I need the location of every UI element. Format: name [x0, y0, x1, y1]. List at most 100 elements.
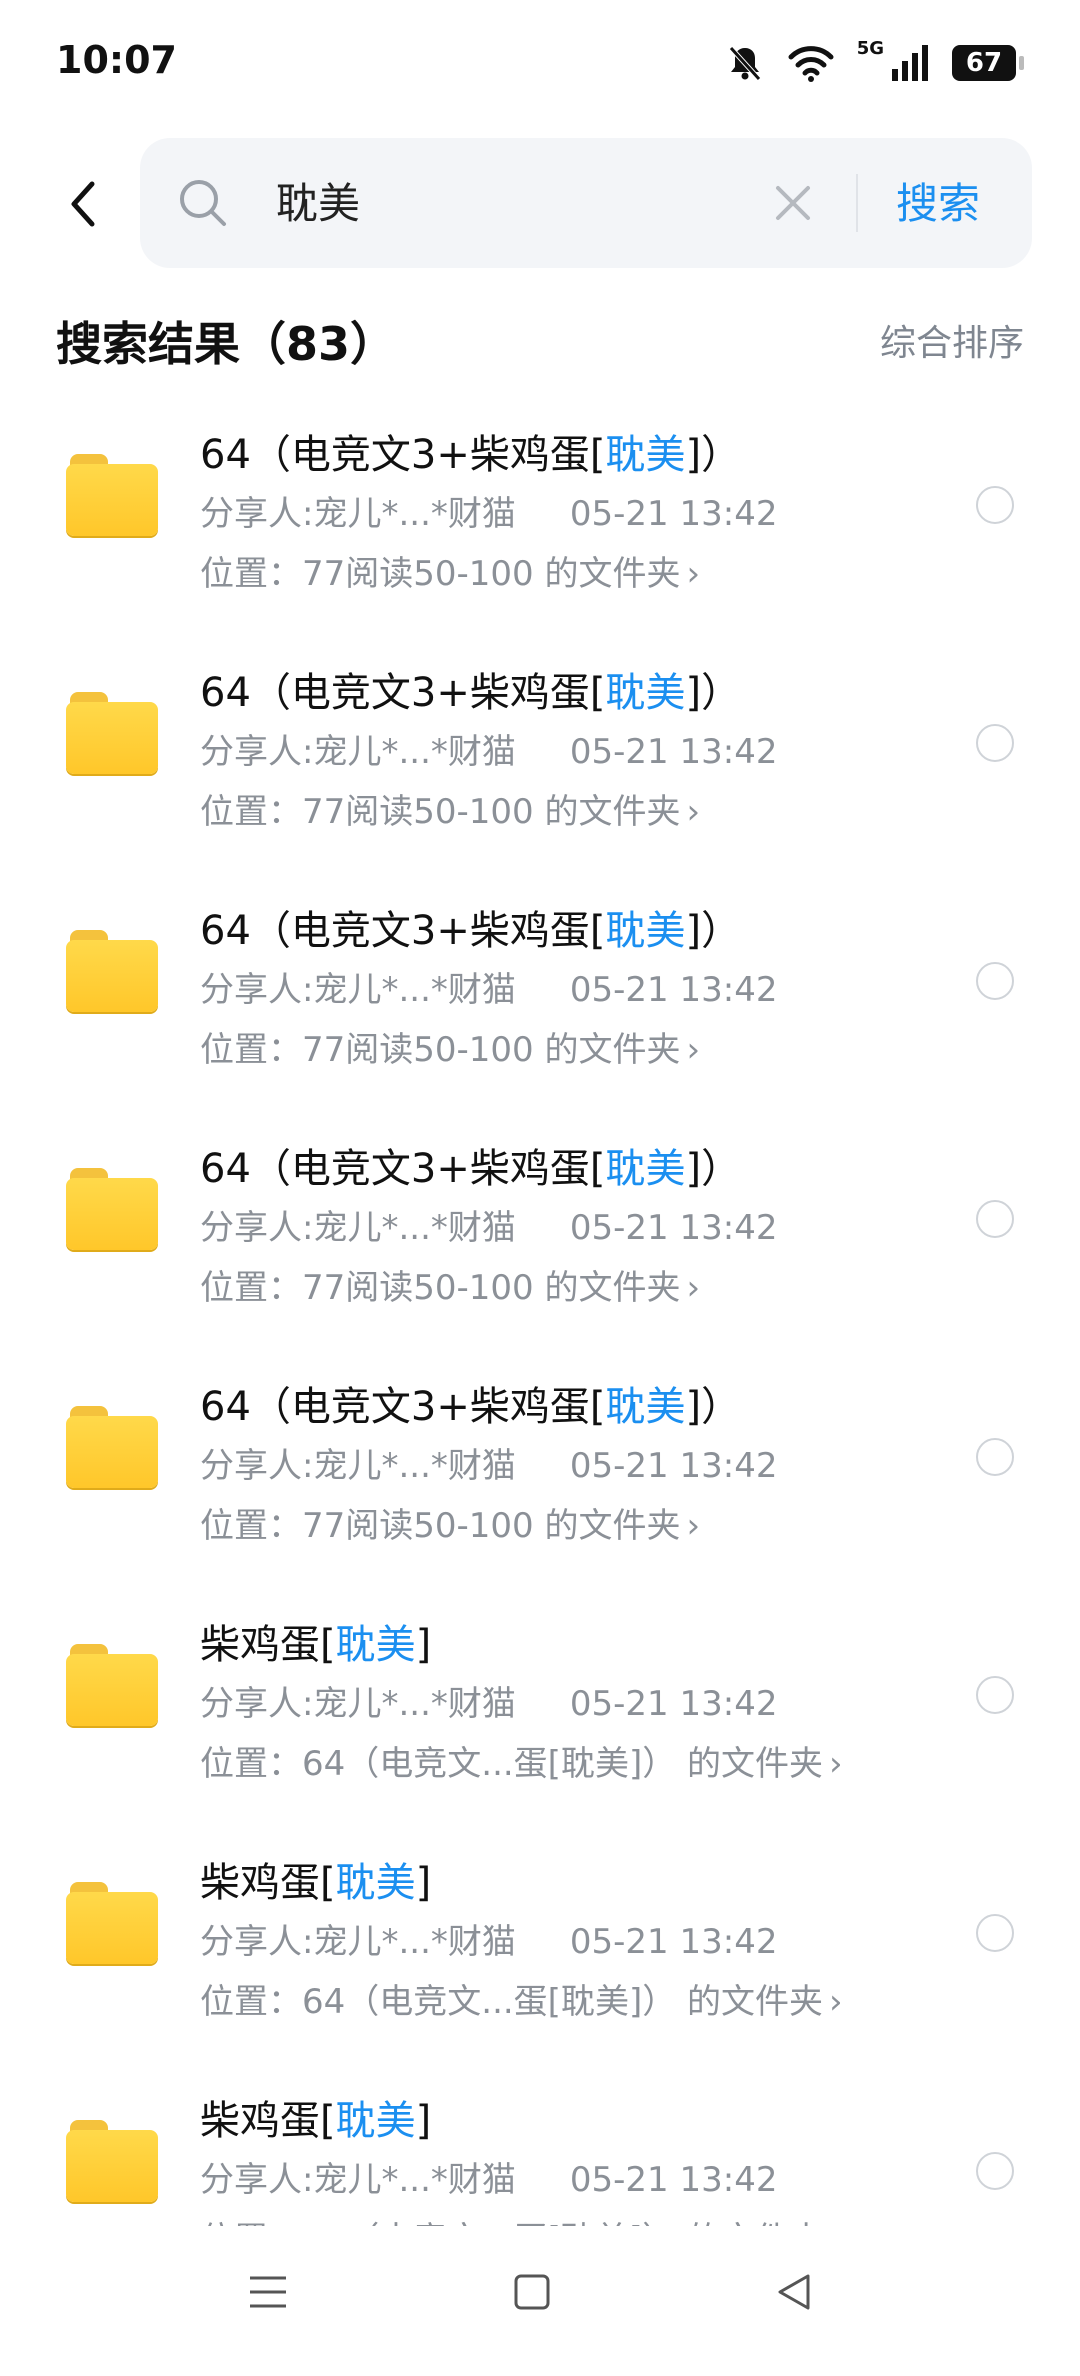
item-sharer: 分享人:宠儿*...*财猫: [200, 1446, 516, 1486]
search-header: 耽美 搜索: [0, 138, 1080, 268]
item-meta: 分享人:宠儿*...*财猫 05-21 13:42: [200, 962, 777, 1011]
item-date: 05-21 13:42: [569, 732, 778, 772]
item-name-highlight: 耽美: [335, 1860, 416, 1906]
item-meta: 分享人:宠儿*...*财猫 05-21 13:42: [200, 2152, 777, 2201]
item-location[interactable]: 位置：77阅读50-100 的文件夹 ›: [200, 1022, 700, 1071]
folder-icon: [66, 454, 158, 538]
item-sharer: 分享人:宠儿*...*财猫: [200, 2160, 516, 2200]
network-label: 5G: [856, 38, 884, 59]
item-date: 05-21 13:42: [569, 1208, 778, 1248]
home-icon[interactable]: [510, 2270, 554, 2314]
item-sharer: 分享人:宠儿*...*财猫: [200, 732, 516, 772]
chevron-right-icon: ›: [829, 1982, 843, 2022]
item-name: 柴鸡蛋[耽美]: [200, 1612, 431, 1670]
result-item[interactable]: 64（电竞文3+柴鸡蛋[耽美]） 分享人:宠儿*...*财猫 05-21 13:4…: [0, 1350, 1080, 1588]
folder-icon: [66, 1168, 158, 1252]
back-triangle-icon[interactable]: [772, 2270, 816, 2314]
chevron-right-icon: ›: [829, 1744, 843, 1784]
clear-icon[interactable]: [770, 180, 816, 226]
search-box[interactable]: 耽美 搜索: [140, 138, 1032, 268]
item-location[interactable]: 位置：64（电竞文...蛋[耽美]） 的文件夹›: [200, 1974, 843, 2023]
menu-icon[interactable]: [246, 2270, 290, 2314]
results-header: 搜索结果（83） 综合排序: [56, 308, 1024, 371]
item-location[interactable]: 位置：77阅读50-100 的文件夹 ›: [200, 1498, 700, 1547]
result-item[interactable]: 64（电竞文3+柴鸡蛋[耽美]） 分享人:宠儿*...*财猫 05-21 13:4…: [0, 1112, 1080, 1350]
item-name: 64（电竞文3+柴鸡蛋[耽美]）: [200, 660, 741, 718]
item-location[interactable]: 位置：77阅读50-100 的文件夹 ›: [200, 546, 700, 595]
folder-icon: [66, 1644, 158, 1728]
item-name-highlight: 耽美: [605, 908, 686, 954]
item-name-prefix: 64（电竞文3+柴鸡蛋[: [200, 670, 606, 716]
item-sharer: 分享人:宠儿*...*财猫: [200, 1684, 516, 1724]
select-radio[interactable]: [976, 1438, 1014, 1476]
result-item[interactable]: 64（电竞文3+柴鸡蛋[耽美]） 分享人:宠儿*...*财猫 05-21 13:4…: [0, 398, 1080, 636]
select-radio[interactable]: [976, 724, 1014, 762]
select-radio[interactable]: [976, 962, 1014, 1000]
item-date: 05-21 13:42: [569, 1684, 778, 1724]
result-item[interactable]: 柴鸡蛋[耽美] 分享人:宠儿*...*财猫 05-21 13:42 位置：64（电…: [0, 1588, 1080, 1826]
item-location-text: 位置：77阅读50-100 的文件夹: [200, 792, 681, 832]
item-name-suffix: ]: [415, 1622, 432, 1668]
search-input[interactable]: 耽美: [276, 170, 360, 231]
item-name-highlight: 耽美: [605, 1146, 686, 1192]
item-name-suffix: ]: [415, 1860, 432, 1906]
item-date: 05-21 13:42: [569, 1922, 778, 1962]
item-location-text: 位置：77阅读50-100 的文件夹: [200, 1030, 681, 1070]
item-name-prefix: 柴鸡蛋[: [200, 1860, 336, 1906]
result-item[interactable]: 柴鸡蛋[耽美] 分享人:宠儿*...*财猫 05-21 13:42 位置：64（电…: [0, 1826, 1080, 2064]
select-radio[interactable]: [976, 2152, 1014, 2190]
item-location-text: 位置：64（电竞文...蛋[耽美]） 的文件夹: [200, 1982, 824, 2022]
result-item[interactable]: 柴鸡蛋[耽美] 分享人:宠儿*...*财猫05-21 13:42 位置：64（电…: [0, 2064, 1080, 2228]
item-location[interactable]: 位置：64（电竞文...蛋[耽美]） 的文件夹›: [200, 1736, 843, 1785]
select-radio[interactable]: [976, 1200, 1014, 1238]
select-radio[interactable]: [976, 1676, 1014, 1714]
result-item[interactable]: 64（电竞文3+柴鸡蛋[耽美]） 分享人:宠儿*...*财猫 05-21 13:4…: [0, 636, 1080, 874]
folder-icon: [66, 692, 158, 776]
battery-icon: 67: [952, 45, 1024, 81]
item-name-prefix: 柴鸡蛋[: [200, 1622, 336, 1668]
item-location-text: 位置：77阅读50-100 的文件夹: [200, 1506, 681, 1546]
battery-level: 67: [965, 48, 1003, 78]
item-location-text: 位置：77阅读50-100 的文件夹: [200, 554, 681, 594]
item-name-prefix: 64（电竞文3+柴鸡蛋[: [200, 432, 606, 478]
item-name: 柴鸡蛋[耽美]: [200, 1850, 431, 1908]
item-name-highlight: 耽美: [605, 670, 686, 716]
item-sharer: 分享人:宠儿*...*财猫: [200, 1922, 516, 1962]
mute-bell-icon: [728, 46, 761, 81]
item-meta: 分享人:宠儿*...*财猫 05-21 13:42: [200, 724, 777, 773]
folder-icon: [66, 1406, 158, 1490]
chevron-right-icon: ›: [686, 1030, 701, 1070]
item-name-highlight: 耽美: [605, 432, 686, 478]
item-name-suffix: ]）: [685, 1384, 742, 1430]
back-arrow-icon[interactable]: [56, 174, 116, 234]
item-location[interactable]: 位置：77阅读50-100 的文件夹 ›: [200, 1260, 700, 1309]
select-radio[interactable]: [976, 1914, 1014, 1952]
status-bar: 10:07 5G 67: [0, 0, 1080, 120]
item-name-prefix: 柴鸡蛋[: [200, 2098, 336, 2144]
search-divider: [856, 174, 858, 232]
item-name-suffix: ]）: [685, 432, 742, 478]
item-sharer: 分享人:宠儿*...*财猫: [200, 970, 516, 1010]
chevron-right-icon: ›: [686, 1506, 701, 1546]
result-list: 64（电竞文3+柴鸡蛋[耽美]） 分享人:宠儿*...*财猫 05-21 13:4…: [0, 398, 1080, 2228]
wifi-icon: [788, 46, 834, 82]
item-meta: 分享人:宠儿*...*财猫 05-21 13:42: [200, 486, 777, 535]
search-button[interactable]: 搜索: [896, 170, 980, 231]
sort-button[interactable]: 综合排序: [880, 314, 1024, 366]
item-date: 05-21 13:42: [569, 970, 778, 1010]
folder-icon: [66, 2120, 158, 2204]
folder-icon: [66, 930, 158, 1014]
result-item[interactable]: 64（电竞文3+柴鸡蛋[耽美]） 分享人:宠儿*...*财猫 05-21 13:4…: [0, 874, 1080, 1112]
item-name: 64（电竞文3+柴鸡蛋[耽美]）: [200, 1136, 741, 1194]
chevron-right-icon: ›: [686, 792, 701, 832]
item-meta: 分享人:宠儿*...*财猫 05-21 13:42: [200, 1676, 777, 1725]
item-location-text: 位置：64（电竞文...蛋[耽美]） 的文件夹: [200, 1744, 824, 1784]
item-date: 05-21 13:42: [569, 1446, 778, 1486]
item-meta: 分享人:宠儿*...*财猫 05-21 13:42: [200, 1438, 777, 1487]
item-location[interactable]: 位置：77阅读50-100 的文件夹 ›: [200, 784, 700, 833]
item-name: 柴鸡蛋[耽美]: [200, 2088, 431, 2146]
item-sharer: 分享人:宠儿*...*财猫: [200, 1208, 516, 1248]
signal-icon: [892, 45, 928, 81]
select-radio[interactable]: [976, 486, 1014, 524]
folder-icon: [66, 1882, 158, 1966]
